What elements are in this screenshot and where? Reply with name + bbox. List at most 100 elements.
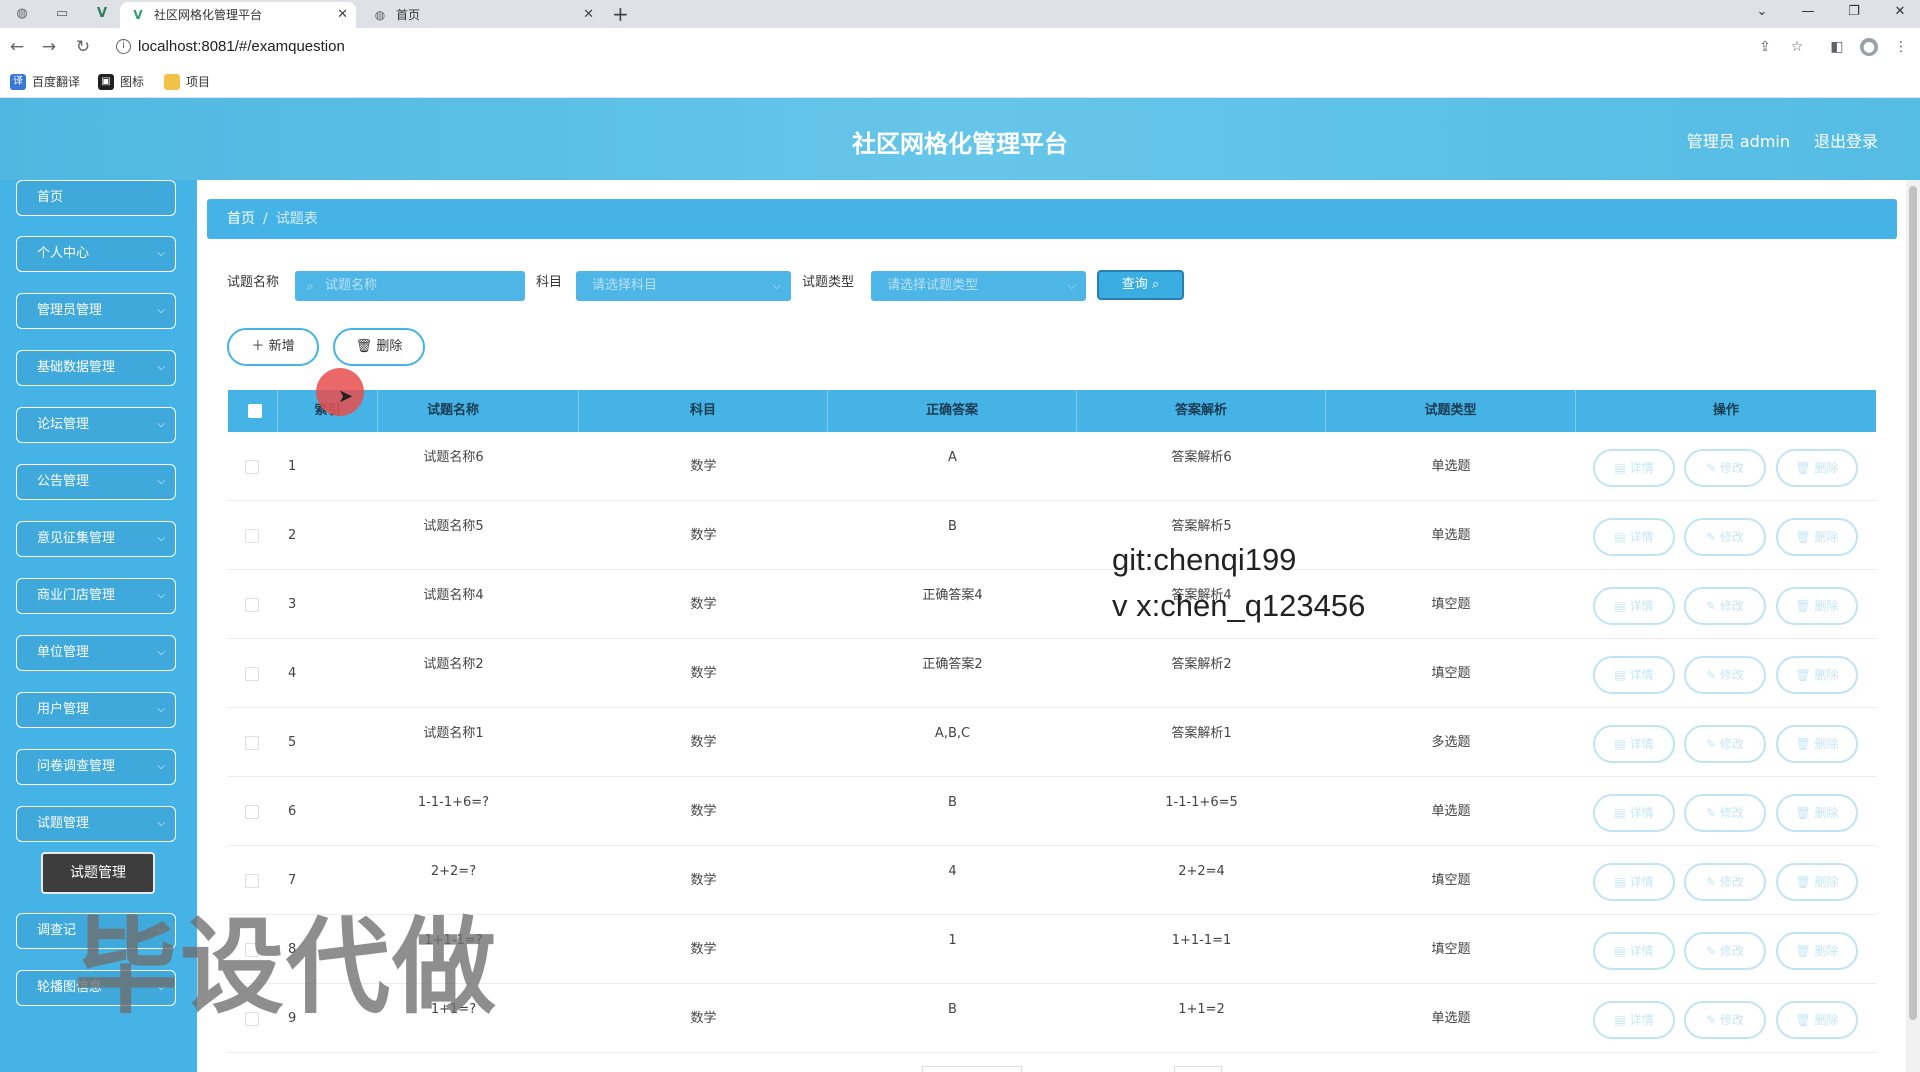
delete-button[interactable]: 🗑 删除	[1776, 932, 1858, 970]
delete-button[interactable]: 🗑 删除	[1776, 587, 1858, 625]
select-all-checkbox[interactable]	[248, 404, 262, 418]
bookmark-item[interactable]: 项目	[164, 73, 210, 91]
sidebar-item-profile[interactable]: 个人中心 ⌵	[16, 236, 176, 272]
edit-button[interactable]: ✎ 修改	[1684, 587, 1766, 625]
kebab-menu-icon[interactable]: ⋮	[1892, 38, 1910, 56]
search-icon: ⌕	[307, 279, 314, 293]
url-field[interactable]: i localhost:8081/#/examquestion	[108, 33, 1748, 61]
close-icon[interactable]: ✕	[337, 2, 348, 28]
delete-label: 删除	[1814, 530, 1839, 544]
delete-button[interactable]: 🗑 删除	[1776, 794, 1858, 832]
tab-search-icon[interactable]: ⌄	[1746, 0, 1778, 26]
detail-button[interactable]: ▤ 详情	[1593, 794, 1675, 832]
edit-label: 修改	[1719, 599, 1744, 613]
subject-select[interactable]: 请选择科目 ⌵	[576, 271, 791, 301]
sidebar-item-users[interactable]: 用户管理 ⌵	[16, 692, 176, 728]
blank-tab-icon[interactable]: ▭	[52, 4, 72, 24]
sidebar-item-survey[interactable]: 问卷调查管理 ⌵	[16, 749, 176, 785]
row-checkbox[interactable]	[245, 805, 259, 819]
edit-button[interactable]: ✎ 修改	[1684, 1001, 1766, 1039]
cell-type: 填空题	[1431, 666, 1471, 681]
sidepanel-icon[interactable]: ◧	[1828, 38, 1846, 56]
delete-button[interactable]: 🗑 删除	[1776, 518, 1858, 556]
sidebar-item-unit[interactable]: 单位管理 ⌵	[16, 635, 176, 671]
name-search-input[interactable]: ⌕ 试题名称	[295, 271, 525, 301]
sidebar-item-opinion[interactable]: 意见征集管理 ⌵	[16, 521, 176, 557]
row-checkbox[interactable]	[245, 529, 259, 543]
chevron-down-icon: ⌵	[157, 818, 165, 829]
breadcrumb-home[interactable]: 首页	[227, 211, 255, 227]
edit-button[interactable]: ✎ 修改	[1684, 518, 1766, 556]
delete-label: 删除	[376, 339, 403, 354]
bookmark-item[interactable]: 译 百度翻译	[10, 73, 80, 91]
tab-inactive[interactable]: ◍ 首页 ✕	[362, 2, 602, 28]
edit-button[interactable]: ✎ 修改	[1684, 449, 1766, 487]
detail-button[interactable]: ▤ 详情	[1593, 1001, 1675, 1039]
share-icon[interactable]: ⇪	[1756, 38, 1774, 56]
globe-icon[interactable]: ◍	[12, 4, 32, 24]
tab-active[interactable]: V 社区网格化管理平台 ✕	[120, 2, 356, 28]
sidebar-item-label: 试题管理	[37, 816, 90, 831]
detail-button[interactable]: ▤ 详情	[1593, 518, 1675, 556]
app-title: 社区网格化管理平台	[852, 130, 1068, 158]
edit-button[interactable]: ✎ 修改	[1684, 863, 1766, 901]
detail-button[interactable]: ▤ 详情	[1593, 656, 1675, 694]
info-icon[interactable]: i	[116, 39, 131, 54]
query-button[interactable]: 查询 ⌕	[1097, 270, 1184, 300]
detail-button[interactable]: ▤ 详情	[1593, 725, 1675, 763]
sidebar-item-notice[interactable]: 公告管理 ⌵	[16, 464, 176, 500]
detail-button[interactable]: ▤ 详情	[1593, 863, 1675, 901]
delete-button[interactable]: 🗑 删除	[1776, 725, 1858, 763]
row-checkbox[interactable]	[245, 460, 259, 474]
edit-button[interactable]: ✎ 修改	[1684, 932, 1766, 970]
row-checkbox[interactable]	[245, 736, 259, 750]
back-arrow-icon[interactable]: ←	[6, 36, 28, 58]
detail-button[interactable]: ▤ 详情	[1593, 449, 1675, 487]
close-icon[interactable]: ✕	[583, 2, 594, 28]
edit-button[interactable]: ✎ 修改	[1684, 794, 1766, 832]
sidebar-item-home[interactable]: 首页	[16, 180, 176, 216]
cell-type: 单选题	[1431, 528, 1471, 543]
restore-button[interactable]: ❐	[1838, 0, 1870, 26]
edit-button[interactable]: ✎ 修改	[1684, 656, 1766, 694]
cell-subject: 数学	[690, 873, 717, 888]
sidebar-item-basedata[interactable]: 基础数据管理 ⌵	[16, 350, 176, 386]
window-close-button[interactable]: ✕	[1884, 0, 1916, 26]
star-icon[interactable]: ☆	[1788, 38, 1806, 56]
sidebar-item-forum[interactable]: 论坛管理 ⌵	[16, 407, 176, 443]
bookmark-item[interactable]: ▣ 图标	[98, 73, 144, 91]
delete-button[interactable]: 🗑 删除	[1776, 449, 1858, 487]
pager-input[interactable]	[1174, 1066, 1222, 1072]
logout-link[interactable]: 退出登录	[1814, 128, 1878, 152]
header-select-cell	[228, 390, 278, 432]
cell-answer: A,B,C	[934, 726, 971, 741]
vue-logo-icon[interactable]: V	[92, 4, 112, 24]
pager-select[interactable]	[922, 1066, 1022, 1072]
row-checkbox[interactable]	[245, 667, 259, 681]
delete-button[interactable]: 🗑 删除	[1776, 863, 1858, 901]
delete-button[interactable]: 🗑 删除	[1776, 656, 1858, 694]
edit-button[interactable]: ✎ 修改	[1684, 725, 1766, 763]
sidebar-item-store[interactable]: 商业门店管理 ⌵	[16, 578, 176, 614]
profile-avatar-icon[interactable]: ●	[1860, 38, 1878, 56]
chevron-down-icon: ⌵	[1067, 279, 1076, 292]
detail-button[interactable]: ▤ 详情	[1593, 932, 1675, 970]
minimize-button[interactable]: —	[1792, 0, 1824, 26]
batch-delete-button[interactable]: 🗑 删除	[333, 328, 425, 366]
add-button[interactable]: ＋ 新增	[227, 328, 319, 366]
forward-arrow-icon[interactable]: →	[38, 36, 60, 58]
detail-button[interactable]: ▤ 详情	[1593, 587, 1675, 625]
delete-button[interactable]: 🗑 删除	[1776, 1001, 1858, 1039]
cell-analysis: 答案解析1	[1171, 726, 1232, 741]
header-type: 试题类型	[1326, 390, 1576, 432]
cell-analysis: 1-1-1+6=5	[1165, 795, 1238, 810]
row-checkbox[interactable]	[245, 598, 259, 612]
reload-icon[interactable]: ↻	[72, 36, 94, 58]
chevron-down-icon: ⌵	[157, 305, 165, 316]
sidebar-item-exam[interactable]: 试题管理 ⌵	[16, 806, 176, 842]
detail-label: 详情	[1629, 530, 1654, 544]
sidebar-item-admin[interactable]: 管理员管理 ⌵	[16, 293, 176, 329]
type-select[interactable]: 请选择试题类型 ⌵	[871, 271, 1086, 301]
scrollbar-thumb[interactable]	[1909, 186, 1917, 1020]
new-tab-button[interactable]: +	[612, 1, 629, 27]
